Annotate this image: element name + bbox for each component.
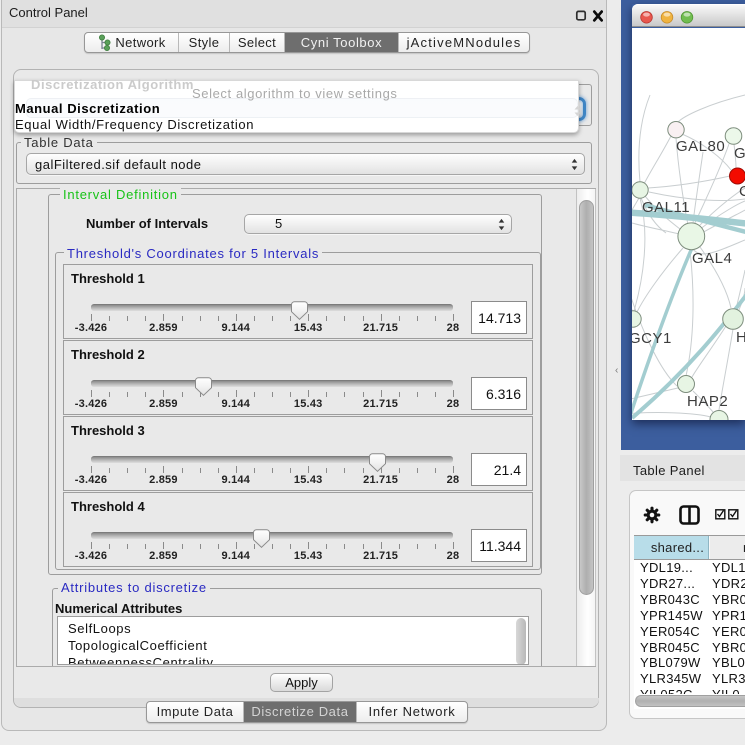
svg-text:C: C	[739, 183, 745, 200]
svg-text:G.: G.	[734, 145, 745, 162]
svg-text:GAL4: GAL4	[692, 250, 732, 267]
svg-text:H: H	[736, 329, 745, 346]
svg-text:GAL80: GAL80	[676, 138, 725, 155]
svg-text:GCY1: GCY1	[632, 330, 672, 347]
svg-text:GAL11: GAL11	[642, 199, 690, 216]
svg-text:HAP2: HAP2	[687, 393, 728, 410]
